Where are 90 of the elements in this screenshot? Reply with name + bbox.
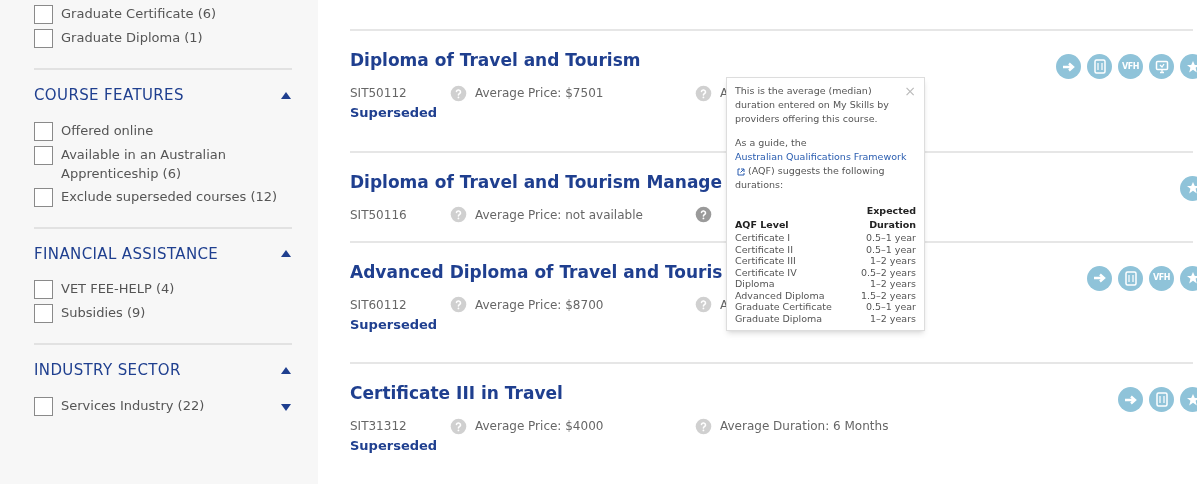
arrow-icon (1092, 273, 1107, 284)
checkbox-label: Subsidies (9) (61, 304, 146, 322)
checkbox-label: Services Industry (22) (61, 396, 205, 415)
checkbox[interactable] (34, 5, 53, 24)
checkbox[interactable] (34, 280, 53, 299)
course-code: SIT60112 (350, 296, 408, 314)
monitor-icon (1154, 59, 1169, 74)
status-label: Superseded (350, 104, 439, 122)
help-icon[interactable] (450, 296, 467, 314)
help-icon[interactable] (450, 417, 467, 435)
calculator-icon (1124, 270, 1137, 286)
collapse-icon[interactable] (280, 249, 292, 259)
checkbox-label: Graduate Diploma (1) (61, 29, 203, 47)
average-duration: Average Duration: 6 Months (720, 418, 889, 436)
checkbox-label: Available in an Australian Apprenticeship (6) (61, 145, 228, 183)
arrow-icon (1123, 394, 1138, 405)
calculator-icon (1155, 392, 1168, 408)
help-icon[interactable] (450, 206, 467, 224)
table-cell-text: Certificate III (735, 255, 797, 267)
arrow-button[interactable] (1118, 387, 1143, 413)
checkbox[interactable] (34, 29, 53, 48)
calculator-button[interactable] (1149, 387, 1174, 413)
average-price: Average Price: $4000 (475, 418, 605, 436)
status-label: Superseded (350, 437, 439, 456)
course-title[interactable]: Diploma of Travel and Tourism (350, 48, 729, 72)
star-button[interactable] (1180, 387, 1197, 413)
checkbox[interactable] (34, 396, 53, 416)
section-heading[interactable]: INDUSTRY SECTOR (34, 359, 181, 382)
help-icon[interactable] (695, 296, 712, 314)
table-cell-text: Certificate I (735, 232, 792, 244)
collapse-icon[interactable] (280, 90, 292, 100)
column-header: Expected Duration (865, 204, 916, 232)
table-cell-text: Certificate IV (735, 266, 798, 278)
checkbox[interactable] (34, 304, 53, 323)
help-icon[interactable] (450, 84, 467, 102)
table-cell: 0.5–1 year (865, 232, 916, 244)
collapse-icon[interactable] (280, 365, 292, 375)
tooltip-text: This is the average (median) duration entered on My Skills by providers offering this course. (735, 84, 890, 126)
table-cell: 0.5–1 year (865, 301, 916, 313)
course-code: SIT50116 (350, 206, 408, 224)
table-cell-text: Certificate II (735, 243, 794, 255)
status-label: Superseded (350, 315, 439, 334)
table-cell: 1–2 years (870, 278, 916, 290)
table-cell-text: Advanced Diploma (735, 289, 826, 301)
table-cell: 1.5–2 years (860, 289, 916, 301)
table-cell-text: Graduate Diploma (735, 312, 824, 324)
table-cell: 1–2 years (870, 255, 916, 267)
tooltip-text: As a guide, the Australian Qualifications Framework (AQF) suggests the following durations: (735, 136, 908, 192)
table-cell-text: Diploma (735, 278, 776, 290)
help-icon[interactable] (695, 84, 712, 102)
checkbox[interactable] (34, 145, 53, 165)
course-title[interactable]: Certificate III in Travel (350, 381, 889, 406)
calculator-icon (1093, 59, 1106, 74)
scroll-down-icon[interactable] (280, 402, 292, 412)
column-header: AQF Level (735, 218, 789, 232)
checkbox[interactable] (34, 121, 53, 141)
course-title[interactable]: Diploma of Travel and Tourism Manage (350, 169, 723, 194)
table-cell: 0.5–1 year (865, 243, 916, 255)
course-code: SIT50112 (350, 85, 408, 102)
star-icon (1185, 271, 1197, 286)
checkbox[interactable] (34, 187, 53, 207)
star-button[interactable] (1180, 175, 1197, 201)
external-link-icon (737, 167, 745, 176)
checkbox-label: VET FEE-HELP (4) (61, 280, 175, 298)
framework-link[interactable]: Australian Qualifications Framework (735, 151, 907, 162)
arrow-button[interactable] (1087, 265, 1112, 291)
section-heading[interactable]: FINANCIAL ASSISTANCE (34, 242, 219, 265)
course-code: SIT31312 (350, 418, 408, 436)
course-title[interactable]: Advanced Diploma of Travel and Touris (350, 259, 729, 284)
help-icon[interactable] (695, 206, 712, 224)
average-price: Average Price: $7501 (475, 85, 605, 102)
section-heading[interactable]: COURSE FEATURES (34, 84, 184, 107)
table-cell-text: Graduate Certificate (735, 301, 833, 313)
calculator-button[interactable] (1118, 265, 1143, 291)
monitor-button[interactable] (1149, 54, 1174, 79)
checkbox-label: Exclude superseded courses (12) (61, 187, 278, 206)
calculator-button[interactable] (1087, 54, 1112, 79)
help-icon[interactable] (695, 417, 712, 435)
average-price: Average Price: $8700 (475, 296, 605, 314)
checkbox-label: Graduate Certificate (6) (61, 5, 217, 23)
star-icon (1185, 392, 1197, 407)
checkbox-label: Offered online (61, 121, 154, 140)
star-button[interactable] (1180, 265, 1197, 291)
table-cell: 1–2 years (870, 312, 916, 324)
average-price: Average Price: not available (475, 206, 644, 224)
star-icon (1185, 59, 1197, 74)
table-cell: 0.5–2 years (860, 266, 916, 278)
arrow-button[interactable] (1056, 54, 1081, 79)
star-icon (1185, 181, 1197, 196)
arrow-icon (1061, 61, 1076, 72)
